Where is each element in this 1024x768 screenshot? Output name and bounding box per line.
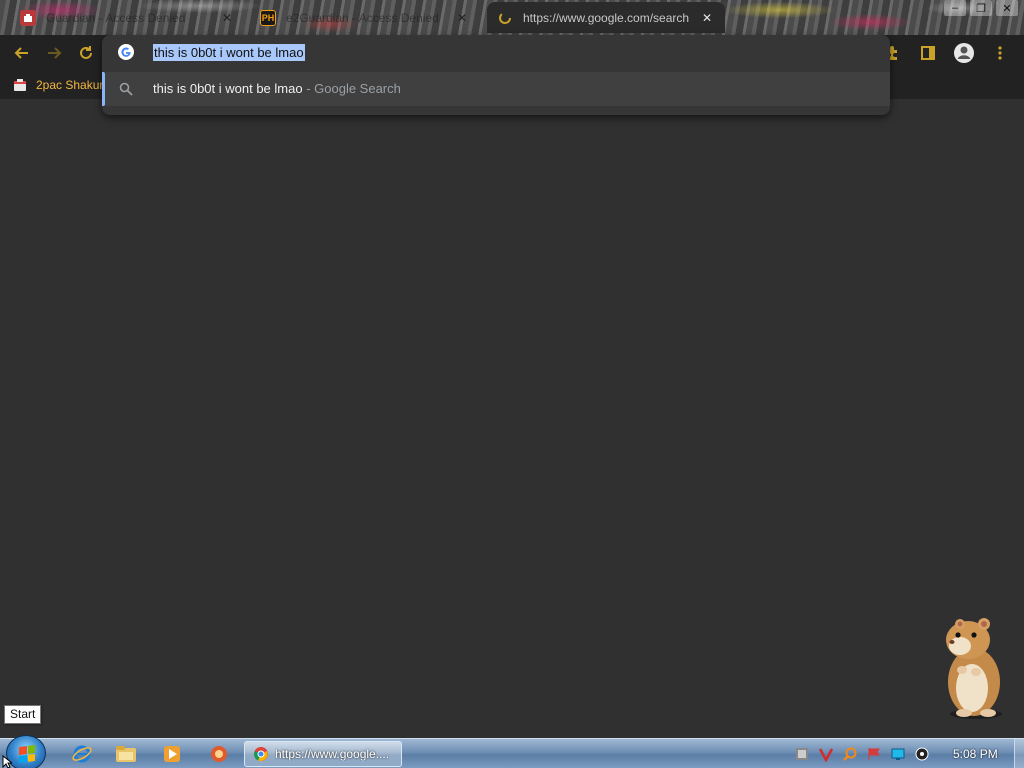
suggestion-query: this is 0b0t i wont be lmao	[153, 81, 303, 96]
screen: Guardian - Access Denied ✕ PH e2Guardian…	[0, 0, 1024, 768]
hamster-mascot-icon	[946, 618, 1002, 719]
system-clock[interactable]: 5:08 PM	[953, 747, 998, 761]
tab-title: Guardian - Access Denied	[46, 10, 186, 25]
tab-google-search[interactable]: https://www.google.com/search ✕	[487, 2, 725, 33]
guardian-icon	[20, 9, 36, 26]
volume-icon[interactable]	[913, 745, 931, 763]
taskbar-window-label: https://www.google....	[275, 747, 390, 761]
reload-icon	[80, 46, 92, 59]
suggestion-source: Google Search	[314, 81, 401, 96]
v-icon[interactable]	[817, 745, 835, 763]
forward-button[interactable]	[42, 41, 66, 65]
suggestion-text: this is 0b0t i wont be lmao - Google Sea…	[153, 81, 401, 96]
suggestion-separator: -	[302, 81, 315, 96]
chrome-icon	[254, 747, 268, 762]
minimize-button[interactable]: –	[944, 0, 966, 16]
suggestion-highlight-bar	[102, 72, 105, 106]
ph-icon: PH	[260, 9, 276, 26]
internet-explorer-icon[interactable]	[64, 742, 100, 766]
app-icon[interactable]	[201, 742, 237, 766]
google-g-icon	[118, 44, 134, 60]
tab-close-icon[interactable]: ✕	[454, 10, 470, 26]
maximize-button[interactable]: ❐	[970, 0, 992, 16]
address-bar[interactable]: this is 0b0t i wont be lmao	[102, 35, 890, 70]
more-vert-icon	[998, 46, 1002, 60]
media-player-icon[interactable]	[154, 742, 190, 766]
search-tray-icon[interactable]	[841, 745, 859, 763]
bookmark-app-icon	[14, 79, 26, 91]
start-tooltip: Start	[4, 705, 42, 724]
taskbar-chrome-window[interactable]: https://www.google....	[244, 741, 402, 767]
toolbar-right	[880, 41, 1012, 65]
tab-e2guardian[interactable]: PH e2Guardian - Access Denied ✕	[250, 2, 480, 33]
profile-avatar-icon	[954, 43, 974, 63]
mouse-cursor-icon	[2, 755, 12, 768]
start-button[interactable]	[6, 735, 46, 768]
arrow-right-icon	[48, 47, 62, 59]
network-icon[interactable]	[793, 745, 811, 763]
bookmark-2pac[interactable]: 2pac Shakur	[12, 76, 103, 94]
arrow-left-icon	[14, 47, 28, 59]
bookmark-label: 2pac Shakur	[36, 78, 104, 92]
side-panel-button[interactable]	[916, 41, 940, 65]
profile-button[interactable]	[952, 41, 976, 65]
tab-title: e2Guardian - Access Denied	[286, 10, 439, 25]
display-icon[interactable]	[889, 745, 907, 763]
tab-strip: Guardian - Access Denied ✕ PH e2Guardian…	[0, 0, 1024, 35]
show-desktop-button[interactable]	[1014, 739, 1024, 768]
search-icon	[119, 82, 133, 96]
omnibox-dropdown: this is 0b0t i wont be lmao this is 0b0t…	[102, 35, 890, 115]
system-tray	[793, 744, 931, 764]
flag-icon[interactable]	[865, 745, 883, 763]
windows-logo-icon	[19, 744, 35, 764]
side-panel-icon	[921, 46, 935, 60]
reload-button[interactable]	[74, 41, 98, 65]
tab-title: https://www.google.com/search	[523, 10, 690, 25]
tab-guardian[interactable]: Guardian - Access Denied ✕	[10, 2, 245, 33]
tab-close-icon[interactable]: ✕	[219, 10, 235, 26]
file-explorer-icon[interactable]	[108, 742, 144, 766]
menu-button[interactable]	[988, 41, 1012, 65]
search-suggestion[interactable]: this is 0b0t i wont be lmao - Google Sea…	[102, 72, 890, 106]
back-button[interactable]	[10, 41, 34, 65]
taskbar: https://www.google.... 5:08 PM	[0, 735, 1024, 768]
close-window-button[interactable]: ✕	[996, 0, 1018, 16]
page-content	[0, 99, 1024, 738]
window-controls: – ❐ ✕	[944, 0, 1018, 16]
tab-close-icon[interactable]: ✕	[699, 10, 715, 26]
loading-icon	[497, 9, 513, 26]
address-input[interactable]: this is 0b0t i wont be lmao	[153, 44, 305, 61]
